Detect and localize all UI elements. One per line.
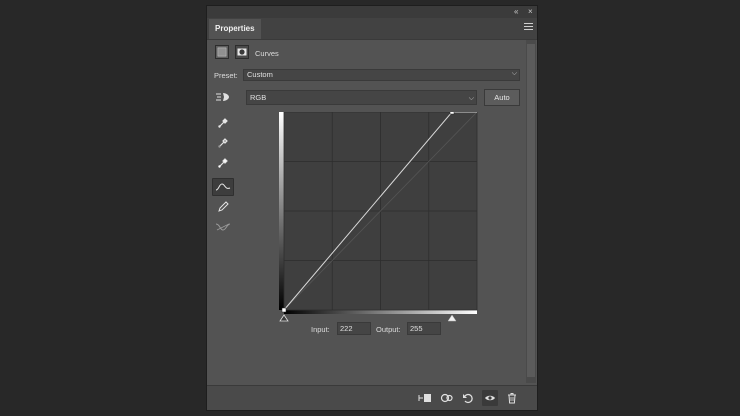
edit-points-icon[interactable] [212,178,234,196]
draw-curve-icon[interactable] [212,199,234,217]
input-field[interactable]: 222 [337,322,371,335]
chevron-down-icon: ⌵ [511,70,517,77]
curve-point[interactable] [281,307,287,313]
preset-value: Custom [247,70,273,79]
curves-graph[interactable] [279,109,479,324]
scroll-thumb[interactable] [527,44,535,377]
preset-label: Preset: [214,71,238,80]
input-label: Input: [311,325,330,334]
adjustment-header: Curves [207,40,537,68]
curves-adjustment-icon[interactable] [215,45,229,59]
adjustment-title: Curves [255,49,279,58]
clip-to-layer-icon[interactable] [417,390,433,406]
close-icon[interactable]: × [528,7,533,17]
hamburger-icon[interactable] [524,23,533,32]
properties-panel: « × Properties Curves Preset: Custom ⌵ R… [206,5,538,411]
output-field[interactable]: 255 [407,322,441,335]
white-point-slider[interactable] [447,314,457,322]
tab-properties[interactable]: Properties [209,19,261,39]
input-gradient-bar [284,310,477,314]
channel-dropdown[interactable]: RGB ⌵ [246,90,477,105]
targeted-adjustment-icon[interactable] [215,90,231,104]
visibility-eye-icon[interactable] [482,390,498,406]
collapse-icon[interactable]: « [514,7,518,17]
black-point-eyedropper-icon[interactable] [212,115,234,133]
gray-point-eyedropper-icon[interactable] [212,135,234,153]
black-point-slider[interactable] [279,314,289,322]
smooth-curve-icon[interactable] [212,219,234,237]
auto-button[interactable]: Auto [484,89,520,106]
white-point-eyedropper-icon[interactable] [212,155,234,173]
panel-titlebar: « × [207,6,537,18]
mask-icon[interactable] [235,45,249,59]
output-gradient-bar [279,112,284,310]
panel-scrollbar[interactable] [526,40,536,383]
reset-icon[interactable] [460,390,476,406]
tab-row: Properties [207,18,537,40]
chevron-down-icon: ⌵ [468,95,474,102]
delete-icon[interactable] [504,390,520,406]
channel-value: RGB [250,93,267,102]
view-previous-state-icon[interactable] [439,390,455,406]
preset-dropdown[interactable]: Custom ⌵ [243,69,520,81]
panel-footer [207,385,537,410]
curve-point[interactable] [449,109,455,115]
output-label: Output: [376,325,401,334]
